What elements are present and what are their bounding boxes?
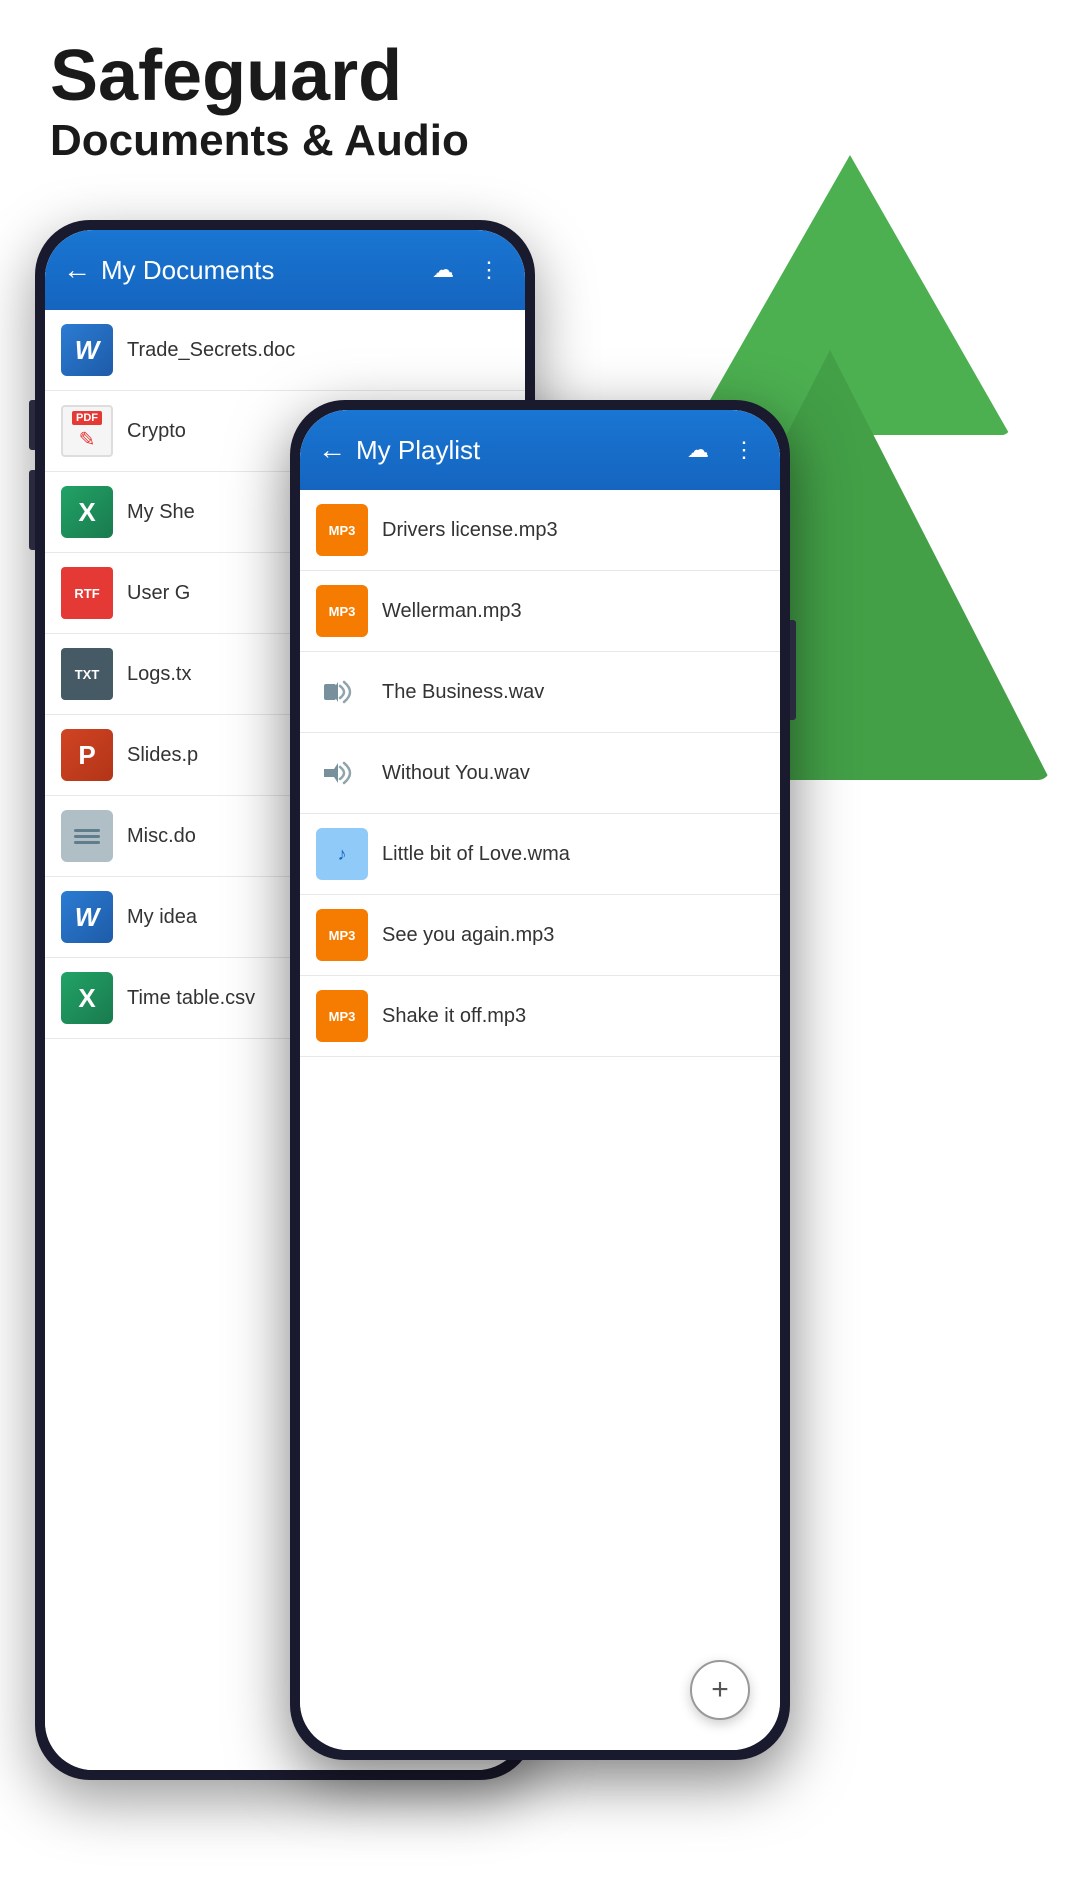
mp3-icon [316, 990, 368, 1042]
wma-icon: ♪ [316, 828, 368, 880]
file-name: Drivers license.mp3 [382, 519, 558, 542]
page-header: Safeguard Documents & Audio [50, 40, 469, 166]
file-name: Trade_Secrets.doc [127, 339, 295, 362]
more-menu-icon[interactable]: ⋮ [471, 252, 507, 288]
phone-front-playlist: ← My Playlist ☁ ⋮ Drivers license.mp3 We… [290, 400, 790, 1760]
file-name: My She [127, 501, 195, 524]
file-name: Little bit of Love.wma [382, 843, 570, 866]
file-name: My idea [127, 906, 197, 929]
documents-title: My Documents [101, 255, 415, 286]
doc-icon [61, 810, 113, 862]
mp3-icon [316, 504, 368, 556]
side-button-power-front [790, 620, 796, 720]
rtf-icon [61, 567, 113, 619]
list-item[interactable]: Trade_Secrets.doc [45, 310, 525, 391]
back-arrow-icon[interactable]: ← [63, 254, 91, 286]
mp3-icon [316, 909, 368, 961]
playlist-screen: ← My Playlist ☁ ⋮ Drivers license.mp3 We… [300, 410, 780, 1750]
file-name: Wellerman.mp3 [382, 600, 522, 623]
word-icon-2 [61, 891, 113, 943]
list-item[interactable]: See you again.mp3 [300, 895, 780, 976]
page-title: Safeguard [50, 40, 469, 112]
playlist-title: My Playlist [356, 435, 670, 466]
pdf-icon: PDF ✎ [61, 405, 113, 457]
list-item[interactable]: ♪ Little bit of Love.wma [300, 814, 780, 895]
file-name: Slides.p [127, 744, 198, 767]
excel-green-icon: X [61, 972, 113, 1024]
mp3-icon [316, 585, 368, 637]
file-name: Shake it off.mp3 [382, 1005, 526, 1028]
side-button-vol-up [29, 400, 35, 450]
file-name: See you again.mp3 [382, 924, 554, 947]
playlist-cloud-icon[interactable]: ☁ [680, 432, 716, 468]
txt-icon [61, 648, 113, 700]
file-name: User G [127, 582, 190, 605]
list-item[interactable]: The Business.wav [300, 652, 780, 733]
list-item[interactable]: Shake it off.mp3 [300, 976, 780, 1057]
list-item[interactable]: Wellerman.mp3 [300, 571, 780, 652]
playlist-list: Drivers license.mp3 Wellerman.mp3 [300, 490, 780, 1057]
word-icon [61, 324, 113, 376]
playlist-more-icon[interactable]: ⋮ [726, 432, 762, 468]
ppt-icon [61, 729, 113, 781]
playlist-app-bar: ← My Playlist ☁ ⋮ [300, 410, 780, 490]
documents-app-bar: ← My Documents ☁ ⋮ [45, 230, 525, 310]
wav-icon [316, 666, 368, 718]
file-name: Without You.wav [382, 762, 530, 785]
file-name: Time table.csv [127, 987, 255, 1010]
file-name: The Business.wav [382, 681, 544, 704]
phone-front-inner: ← My Playlist ☁ ⋮ Drivers license.mp3 We… [300, 410, 780, 1750]
file-name: Crypto [127, 420, 186, 443]
excel-icon [61, 486, 113, 538]
side-button-vol-down [29, 470, 35, 550]
file-name: Logs.tx [127, 663, 191, 686]
svg-text:♪: ♪ [338, 844, 347, 864]
wav-icon [316, 747, 368, 799]
list-item[interactable]: Without You.wav [300, 733, 780, 814]
add-fab-button[interactable]: + [690, 1660, 750, 1720]
list-item[interactable]: Drivers license.mp3 [300, 490, 780, 571]
cloud-sync-icon[interactable]: ☁ [425, 252, 461, 288]
page-subtitle: Documents & Audio [50, 116, 469, 166]
playlist-back-arrow-icon[interactable]: ← [318, 434, 346, 466]
file-name: Misc.do [127, 825, 196, 848]
